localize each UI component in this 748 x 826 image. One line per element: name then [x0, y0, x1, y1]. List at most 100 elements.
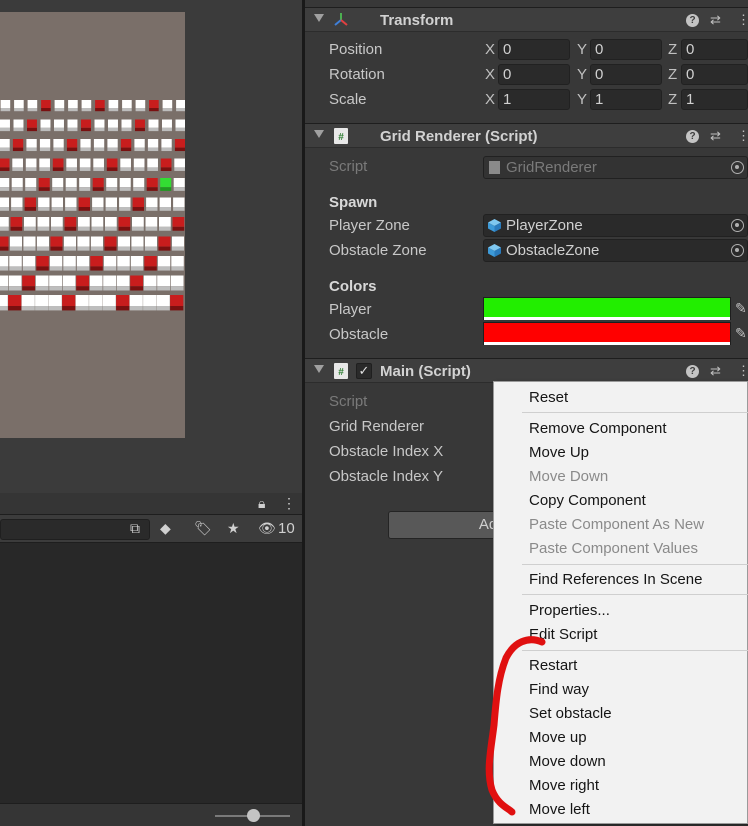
- obstacle-color-field[interactable]: [483, 322, 731, 345]
- obstacle-cell: [149, 100, 159, 112]
- lock-icon[interactable]: 🔒︎: [258, 495, 265, 512]
- position-y-axis[interactable]: Y: [577, 41, 587, 58]
- menu-item-edit-script[interactable]: Edit Script: [529, 626, 597, 643]
- player-zone-label: Player Zone: [329, 217, 410, 234]
- grid-cell: [35, 295, 49, 311]
- menu-item-remove-component[interactable]: Remove Component: [529, 420, 667, 437]
- grid-cell: [162, 100, 173, 112]
- rotation-x-field[interactable]: 0: [498, 64, 570, 85]
- menu-item-set-obstacle[interactable]: Set obstacle: [529, 705, 612, 722]
- position-x-field[interactable]: 0: [498, 39, 570, 60]
- scale-z-field[interactable]: 1: [681, 89, 748, 110]
- eyedropper-icon[interactable]: ✎: [735, 300, 748, 316]
- foldout-arrow-icon[interactable]: [314, 365, 324, 373]
- script-icon: #: [334, 128, 348, 144]
- menu-item-properties[interactable]: Properties...: [529, 602, 610, 619]
- grid-cell: [9, 236, 23, 251]
- grid-cell: [54, 100, 65, 112]
- object-picker-icon[interactable]: [731, 219, 744, 232]
- scale-x-field[interactable]: 1: [498, 89, 570, 110]
- scale-z-axis[interactable]: Z: [668, 91, 677, 108]
- scale-x-axis[interactable]: X: [485, 91, 495, 108]
- main-script-label: Script: [329, 393, 368, 410]
- grid-cell: [11, 197, 23, 211]
- scale-y-field[interactable]: 1: [590, 89, 662, 110]
- script-field[interactable]: GridRenderer: [483, 156, 748, 179]
- menu-item-find-references[interactable]: Find References In Scene: [529, 571, 702, 588]
- grid-cell: [63, 236, 77, 251]
- grid-cell: [11, 178, 23, 191]
- rotation-z-field[interactable]: 0: [681, 64, 748, 85]
- grid-cell: [26, 139, 37, 152]
- grid-cell: [75, 295, 89, 311]
- foldout-arrow-icon[interactable]: [314, 14, 324, 22]
- position-z-axis[interactable]: Z: [668, 41, 677, 58]
- position-z-field[interactable]: 0: [681, 39, 748, 60]
- position-x-axis[interactable]: X: [485, 41, 495, 58]
- grid-cell: [54, 119, 64, 132]
- label-tag-icon[interactable]: 🏷︎: [194, 520, 212, 537]
- grid-cell: [176, 100, 185, 112]
- foldout-arrow-icon[interactable]: [314, 130, 324, 138]
- scene-canvas[interactable]: [0, 12, 185, 438]
- filter-type-icon[interactable]: ◆: [160, 520, 171, 537]
- obstacle-zone-field[interactable]: ObstacleZone: [483, 239, 748, 262]
- visibility-eye-icon[interactable]: 👁︎: [258, 520, 276, 537]
- grid-cell: [121, 119, 132, 132]
- rotation-y-axis[interactable]: Y: [577, 66, 587, 83]
- favorite-star-icon[interactable]: ★: [227, 520, 240, 537]
- menu-item-restart[interactable]: Restart: [529, 657, 577, 674]
- menu-item-find-way[interactable]: Find way: [529, 681, 589, 698]
- menu-item-move-down-custom[interactable]: Move down: [529, 753, 606, 770]
- more-options-icon[interactable]: ⋮: [737, 363, 748, 379]
- obstacle-zone-label: Obstacle Zone: [329, 242, 427, 259]
- transform-header[interactable]: Transform ? ⇄ ⋮: [305, 7, 748, 32]
- grid-cell: [39, 158, 50, 171]
- obstacle-cell: [174, 139, 185, 152]
- grid-cell: [27, 100, 38, 112]
- more-options-icon[interactable]: ⋮: [737, 128, 748, 144]
- script-icon: #: [334, 363, 348, 379]
- obstacle-cell: [38, 178, 50, 191]
- main-script-header[interactable]: # ✓ Main (Script) ? ⇄ ⋮: [305, 358, 748, 383]
- rotation-x-axis[interactable]: X: [485, 66, 495, 83]
- preset-icon[interactable]: ⇄: [710, 363, 721, 379]
- menu-item-move-up-custom[interactable]: Move up: [529, 729, 587, 746]
- search-input[interactable]: [0, 519, 150, 540]
- more-options-icon[interactable]: ⋮: [737, 12, 748, 28]
- eyedropper-icon[interactable]: ✎: [735, 325, 748, 341]
- menu-item-move-left[interactable]: Move left: [529, 801, 590, 818]
- help-icon[interactable]: ?: [686, 14, 699, 27]
- obstacle-cell: [120, 139, 132, 152]
- help-icon[interactable]: ?: [686, 130, 699, 143]
- player-color-field[interactable]: [483, 297, 731, 320]
- preset-icon[interactable]: ⇄: [710, 12, 721, 28]
- grid-cell: [79, 178, 91, 191]
- enabled-checkbox[interactable]: ✓: [356, 363, 372, 379]
- position-y-field[interactable]: 0: [590, 39, 662, 60]
- zoom-slider-knob[interactable]: [247, 809, 260, 822]
- menu-item-copy-component[interactable]: Copy Component: [529, 492, 646, 509]
- menu-item-move-up[interactable]: Move Up: [529, 444, 589, 461]
- grid-cell: [108, 119, 118, 132]
- preset-icon[interactable]: ⇄: [710, 128, 721, 144]
- scene-view[interactable]: [0, 0, 302, 493]
- player-zone-field[interactable]: PlayerZone: [483, 214, 748, 237]
- grid-cell: [108, 100, 119, 112]
- rotation-z-axis[interactable]: Z: [668, 66, 677, 83]
- more-options-icon[interactable]: ⋮: [282, 495, 296, 512]
- menu-item-move-right[interactable]: Move right: [529, 777, 599, 794]
- obstacle-cell: [90, 256, 103, 271]
- object-picker-icon[interactable]: [731, 244, 744, 257]
- grid-cell: [38, 197, 50, 211]
- scale-y-axis[interactable]: Y: [577, 91, 587, 108]
- rotation-y-field[interactable]: 0: [590, 64, 662, 85]
- search-by-type-icon[interactable]: ⧉: [130, 520, 140, 537]
- grid-cell: [35, 275, 49, 291]
- help-icon[interactable]: ?: [686, 365, 699, 378]
- grid-renderer-header[interactable]: # Grid Renderer (Script) ? ⇄ ⋮: [305, 123, 748, 148]
- grid-cell: [173, 178, 185, 191]
- menu-item-reset[interactable]: Reset: [529, 389, 568, 406]
- grid-cell: [148, 119, 159, 132]
- obstacle-cell: [146, 178, 158, 191]
